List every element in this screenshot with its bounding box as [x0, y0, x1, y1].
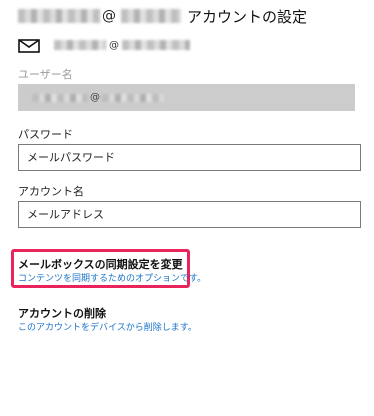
- mail-icon: [18, 38, 40, 53]
- account-email-row: @: [18, 37, 190, 53]
- redacted-email-user: [54, 40, 106, 50]
- redacted-username-domain: [102, 93, 164, 102]
- delete-account-link[interactable]: このアカウントをデバイスから削除します。: [18, 320, 197, 333]
- username-field: @: [18, 84, 355, 111]
- redacted-username-user: [32, 93, 88, 102]
- header-at-sign: @: [102, 8, 116, 24]
- account-name-field[interactable]: メールアドレス: [18, 201, 361, 228]
- password-label: パスワード: [18, 128, 73, 141]
- sync-settings-title[interactable]: メールボックスの同期設定を変更: [18, 256, 183, 272]
- page-title: アカウントの設定: [187, 7, 308, 26]
- sync-settings-link[interactable]: コンテンツを同期するためのオプションです。: [18, 271, 206, 284]
- email-at-sign: @: [109, 39, 119, 51]
- account-settings-pane: @ アカウントの設定 @ ユーザー名 @ パスワード メールパスワード アカウン…: [0, 0, 374, 416]
- redacted-email-domain: [122, 40, 190, 50]
- header: @ アカウントの設定: [18, 6, 307, 26]
- account-name-label: アカウント名: [18, 185, 84, 198]
- username-at-sign: @: [90, 92, 100, 103]
- redacted-account-name: [18, 9, 100, 23]
- delete-account-title[interactable]: アカウントの削除: [18, 305, 106, 321]
- username-label: ユーザー名: [18, 68, 73, 81]
- redacted-domain: [121, 9, 181, 23]
- password-field[interactable]: メールパスワード: [18, 144, 361, 171]
